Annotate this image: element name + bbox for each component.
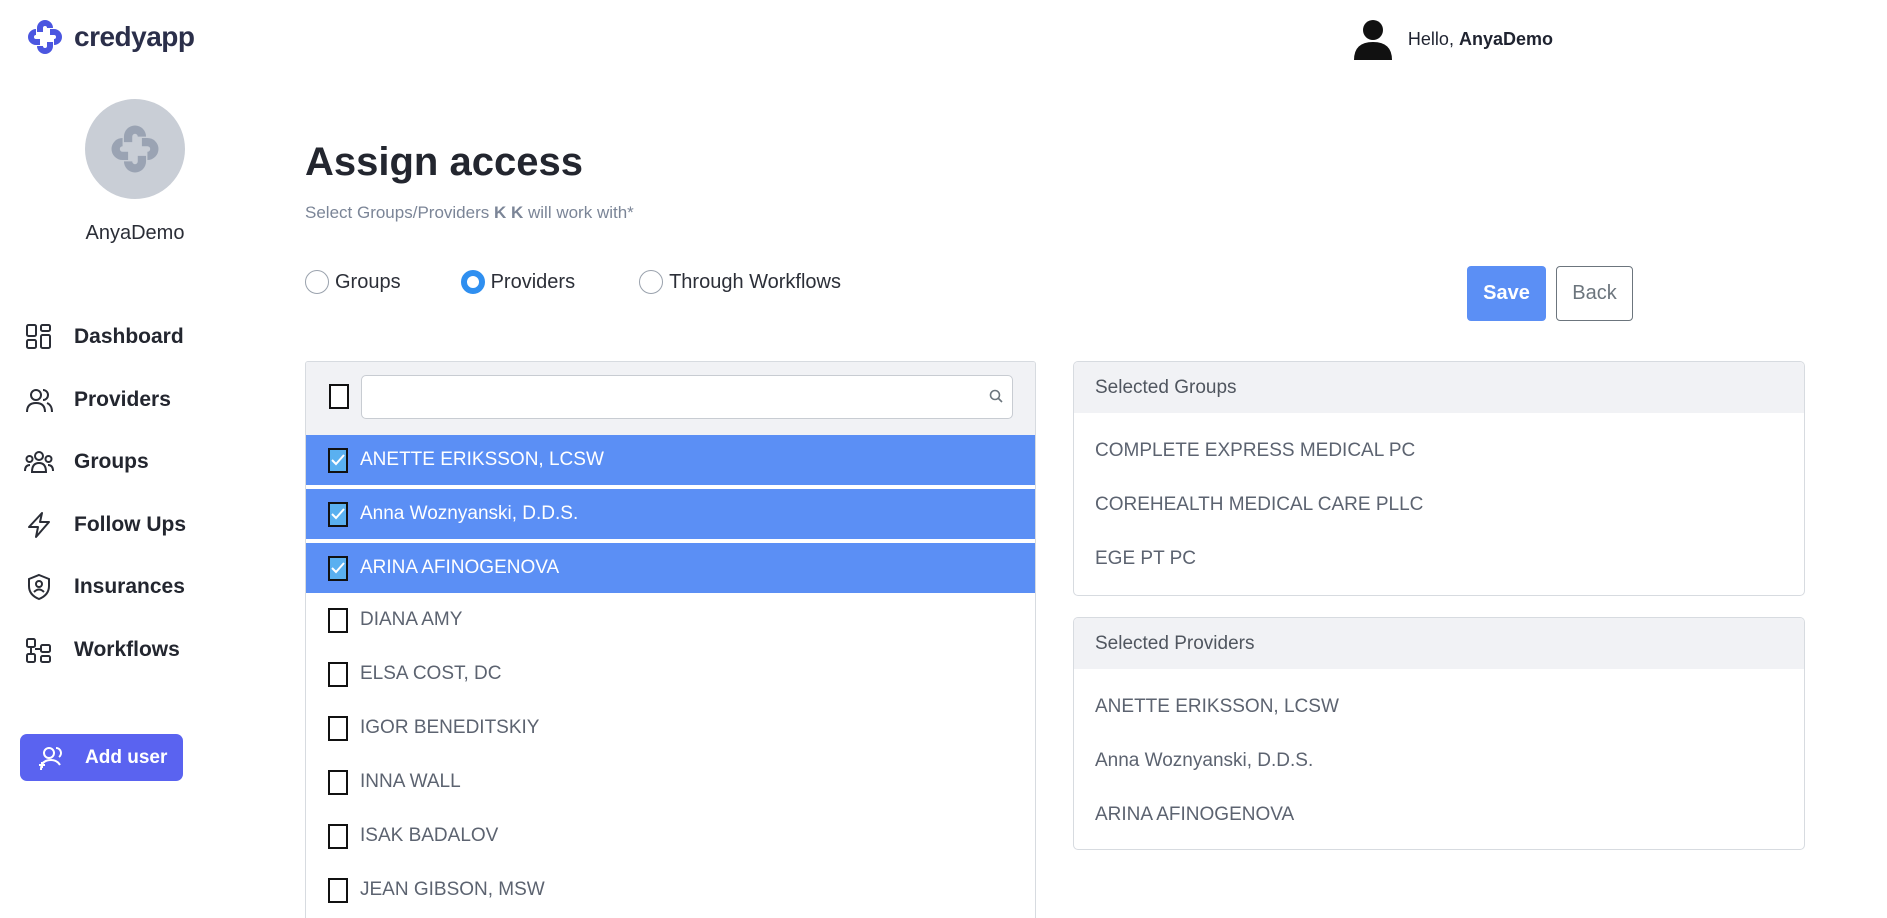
radio-dot[interactable] [460, 270, 485, 294]
sidebar-item-follow-ups[interactable]: Follow Ups [24, 494, 186, 557]
avatar-logo-icon [111, 125, 159, 173]
add-user-label: Add user [85, 746, 168, 768]
page-title: Assign access [305, 140, 583, 184]
groups-icon [24, 447, 54, 477]
provider-checkbox[interactable] [328, 501, 348, 527]
selected-groups-title: Selected Groups [1074, 362, 1804, 413]
sidebar-item-label: Follow Ups [74, 512, 186, 536]
radio-dot[interactable] [639, 270, 664, 294]
provider-name: DIANA AMY [360, 609, 463, 630]
list-item[interactable]: INNA WALL [306, 755, 1035, 809]
sidebar-item-label: Workflows [74, 637, 180, 661]
provider-checkbox[interactable] [328, 447, 348, 473]
provider-name: Anna Woznyanski, D.D.S. [360, 503, 579, 524]
provider-name: IGOR BENEDITSKIY [360, 717, 540, 738]
sidebar-item-groups[interactable]: Groups [24, 431, 186, 494]
sidebar-item-insurances[interactable]: Insurances [24, 556, 186, 619]
selected-groups-card: Selected Groups COMPLETE EXPRESS MEDICAL… [1073, 361, 1805, 596]
user-menu[interactable]: Hello, AnyaDemo [1352, 18, 1553, 60]
list-item[interactable]: DIANA AMY [306, 593, 1035, 647]
selected-provider-item: ARINA AFINOGENOVA [1095, 804, 1295, 825]
selected-providers-list: ANETTE ERIKSSON, LCSW Anna Woznyanski, D… [1074, 669, 1804, 849]
provider-name: INNA WALL [360, 771, 461, 792]
dashboard-icon [24, 322, 54, 352]
header-username: AnyaDemo [1458, 28, 1553, 49]
radio-label: Providers [490, 270, 576, 293]
provider-checkbox[interactable] [328, 555, 348, 581]
provider-name: ARINA AFINOGENOVA [360, 557, 560, 578]
sidebar-item-dashboard[interactable]: Dashboard [24, 306, 186, 369]
page-subtitle: Select Groups/Providers K K will work wi… [305, 203, 634, 222]
shield-icon [24, 572, 54, 602]
provider-name: JEAN GIBSON, MSW [360, 879, 545, 900]
workflows-icon [24, 635, 54, 665]
check-icon [331, 508, 345, 520]
credyapp-logo-icon [28, 20, 62, 54]
provider-list-panel: ANETTE ERIKSSON, LCSW Anna Woznyanski, D… [305, 361, 1036, 918]
provider-checkbox[interactable] [328, 715, 348, 741]
greeting-text: Hello, AnyaDemo [1407, 28, 1553, 49]
selected-group-item: EGE PT PC [1095, 548, 1197, 569]
search-icon [989, 389, 1003, 403]
radio-label: Through Workflows [669, 270, 841, 293]
selected-group-item: COREHEALTH MEDICAL CARE PLLC [1095, 494, 1424, 515]
app-name: credyapp [74, 21, 195, 52]
access-type-radio-group: Groups Providers Through Workflows [305, 270, 841, 294]
provider-name: ELSA COST, DC [360, 663, 502, 684]
select-all-checkbox[interactable] [329, 384, 349, 409]
sidebar-item-label: Providers [74, 387, 171, 411]
radio-groups[interactable]: Groups [305, 270, 401, 294]
provider-checkbox[interactable] [328, 607, 348, 633]
provider-list: ANETTE ERIKSSON, LCSW Anna Woznyanski, D… [306, 435, 1035, 917]
check-icon [331, 454, 345, 466]
selected-groups-list: COMPLETE EXPRESS MEDICAL PC COREHEALTH M… [1074, 413, 1804, 595]
provider-search-input[interactable] [361, 375, 1013, 419]
list-item[interactable]: ELSA COST, DC [306, 647, 1035, 701]
app-logo[interactable]: credyapp [24, 16, 195, 58]
add-user-button[interactable]: Add user [20, 734, 183, 781]
providers-icon [24, 385, 54, 415]
profile-name: AnyaDemo [85, 222, 185, 244]
provider-checkbox[interactable] [328, 769, 348, 795]
provider-name: ANETTE ERIKSSON, LCSW [360, 449, 604, 470]
radio-through-workflows[interactable]: Through Workflows [639, 270, 841, 294]
list-item[interactable]: IGOR BENEDITSKIY [306, 701, 1035, 755]
provider-checkbox[interactable] [328, 661, 348, 687]
subtitle-user: K K [493, 203, 524, 222]
selected-provider-item: ANETTE ERIKSSON, LCSW [1095, 696, 1339, 717]
selected-provider-item: Anna Woznyanski, D.D.S. [1095, 750, 1314, 771]
list-item[interactable]: JEAN GIBSON, MSW [306, 863, 1035, 917]
sidebar-item-workflows[interactable]: Workflows [24, 619, 186, 682]
radio-label: Groups [335, 270, 401, 293]
selected-providers-title: Selected Providers [1074, 618, 1804, 669]
list-item[interactable]: Anna Woznyanski, D.D.S. [306, 489, 1035, 539]
list-item[interactable]: ANETTE ERIKSSON, LCSW [306, 435, 1035, 485]
provider-list-header [306, 362, 1035, 435]
provider-checkbox[interactable] [328, 877, 348, 903]
check-icon [331, 562, 345, 574]
selected-providers-card: Selected Providers ANETTE ERIKSSON, LCSW… [1073, 617, 1805, 850]
list-item[interactable]: ARINA AFINOGENOVA [306, 543, 1035, 593]
sidebar-item-label: Insurances [74, 575, 185, 599]
sidebar-item-label: Groups [74, 450, 149, 474]
radio-dot[interactable] [305, 270, 329, 294]
add-user-icon [39, 746, 62, 770]
sidebar-item-providers[interactable]: Providers [24, 369, 186, 432]
back-button[interactable]: Back [1556, 266, 1633, 321]
sidebar-nav: Dashboard Providers Groups Follow Ups In… [24, 306, 186, 681]
provider-name: ISAK BADALOV [360, 825, 499, 846]
list-item[interactable]: ISAK BADALOV [306, 809, 1035, 863]
provider-checkbox[interactable] [328, 823, 348, 849]
user-avatar-icon [1353, 20, 1392, 60]
save-button[interactable]: Save [1467, 266, 1546, 321]
profile-avatar [85, 99, 185, 199]
selected-group-item: COMPLETE EXPRESS MEDICAL PC [1095, 440, 1416, 461]
sidebar-item-label: Dashboard [74, 325, 184, 349]
radio-providers[interactable]: Providers [460, 270, 576, 294]
lightning-icon [24, 510, 54, 540]
